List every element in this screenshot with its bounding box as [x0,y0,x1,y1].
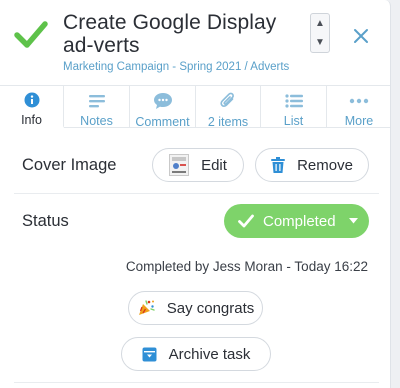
chevron-up-icon[interactable]: ▲ [315,18,325,29]
close-icon[interactable] [352,27,370,45]
comment-icon [152,92,174,110]
tab-notes[interactable]: Notes [64,86,130,128]
tab-label: Info [21,113,42,127]
tab-label: More [344,114,374,128]
checkmark-icon[interactable] [14,20,48,50]
tab-label: Comment [135,115,190,129]
task-panel: Create Google Display ad-verts ▲ ▼ Marke… [0,0,391,388]
chevron-down-icon[interactable]: ▼ [315,37,325,48]
tab-bar: Info Notes Comment 2 items List More [0,85,390,129]
status-label: Status [22,212,69,230]
tab-list[interactable]: List [261,86,327,128]
status-dropdown[interactable]: Completed [224,204,369,238]
party-popper-icon [137,299,155,317]
edit-cover-button[interactable]: Edit [152,148,244,182]
tab-attachments[interactable]: 2 items [196,86,261,129]
caret-down-icon [348,218,358,224]
more-icon [348,92,370,109]
info-icon [21,92,43,108]
divider [14,193,379,194]
task-title[interactable]: Create Google Display ad-verts [63,11,303,57]
remove-cover-button[interactable]: Remove [255,148,369,182]
remove-label: Remove [297,156,353,174]
task-header: Create Google Display ad-verts ▲ ▼ Marke… [0,0,390,82]
tab-comment[interactable]: Comment [130,86,196,129]
trash-icon [271,157,286,173]
status-value: Completed [263,212,336,230]
archive-task-button[interactable]: Archive task [121,337,271,371]
archive-task-label: Archive task [168,345,251,363]
cover-image-label: Cover Image [22,156,117,174]
edit-label: Edit [201,156,227,174]
say-congrats-button[interactable]: Say congrats [128,291,263,325]
completed-by-text: Completed by Jess Moran - Today 16:22 [125,259,368,274]
tab-label: List [283,114,304,128]
divider [14,382,379,383]
tab-info[interactable]: Info [0,86,64,128]
check-icon [238,214,254,228]
list-icon [283,92,305,109]
archive-icon [142,347,157,362]
tab-more[interactable]: More [327,86,390,128]
tab-label: 2 items [207,115,249,129]
task-stepper[interactable]: ▲ ▼ [310,13,330,53]
tab-label: Notes [80,114,113,128]
cover-thumbnail [169,154,190,176]
paperclip-icon [217,92,239,110]
breadcrumb[interactable]: Marketing Campaign - Spring 2021 / Adver… [63,61,289,73]
notes-icon [86,92,108,109]
say-congrats-label: Say congrats [166,299,255,317]
